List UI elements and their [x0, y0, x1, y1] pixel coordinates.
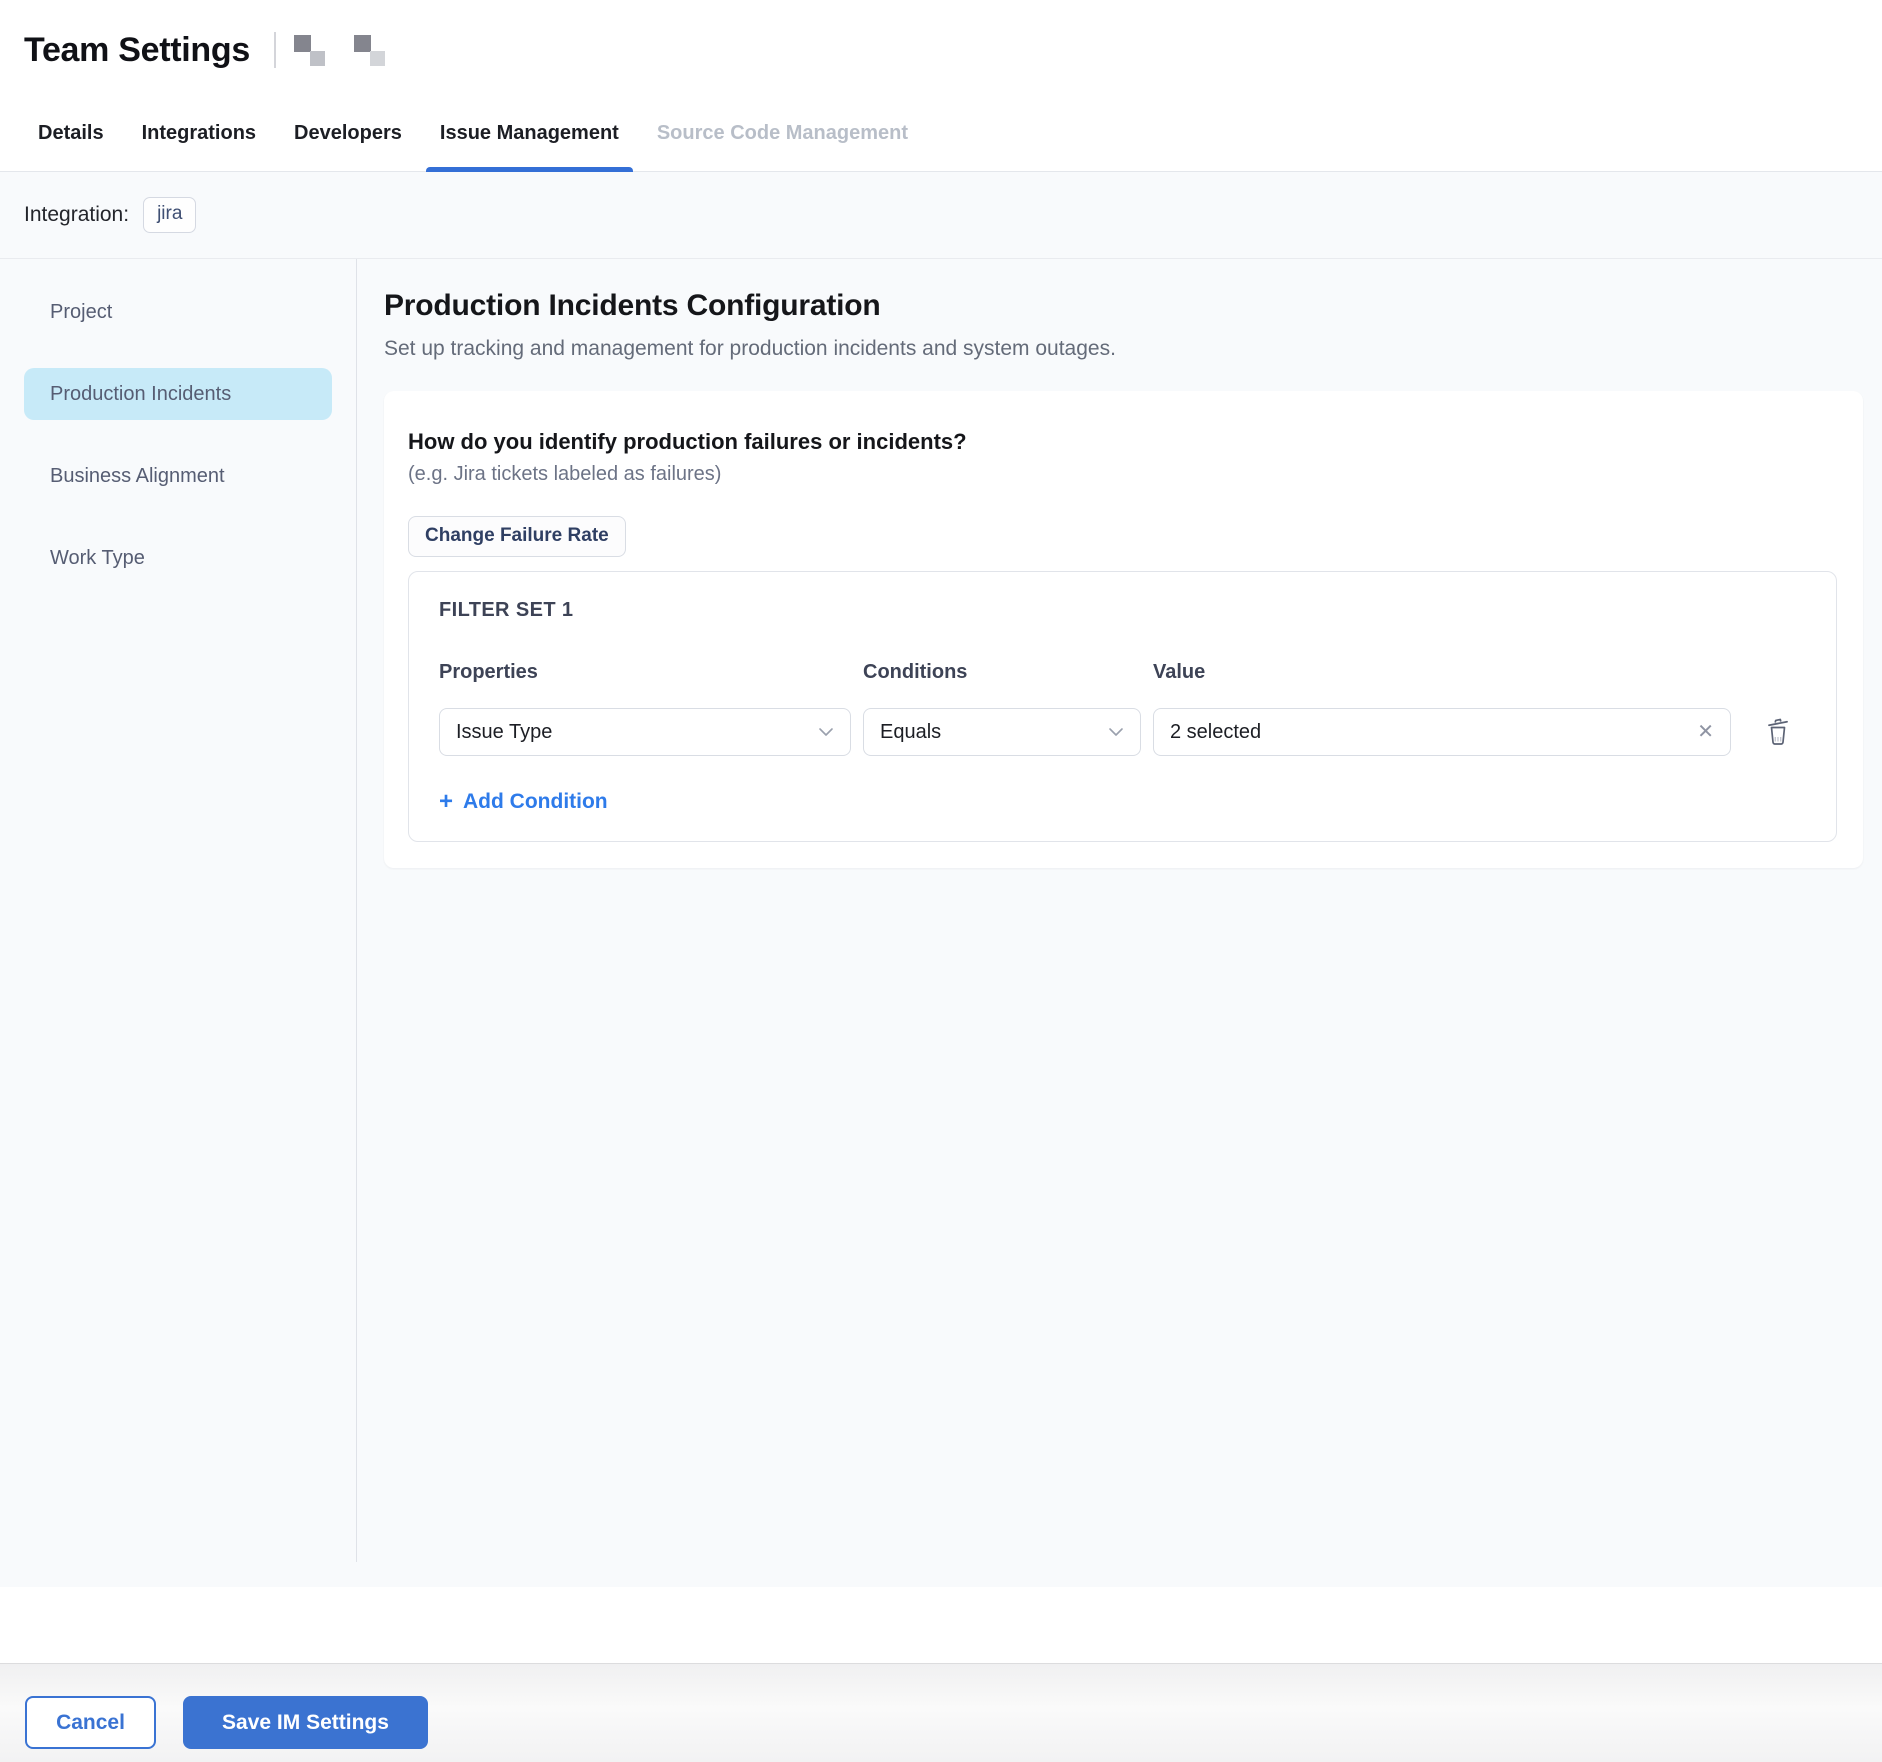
title-divider [274, 32, 276, 68]
question-heading: How do you identify production failures … [408, 429, 1837, 455]
section-title: Production Incidents Configuration [384, 289, 1863, 323]
integration-bar: Integration: jira [0, 172, 1882, 259]
placeholder-square-dark [354, 35, 371, 52]
placeholder-square-light [310, 51, 325, 66]
integration-label: Integration: [24, 203, 129, 227]
bottom-spacer [0, 1587, 1882, 1664]
filter-set-card: FILTER SET 1 Properties Conditions Value… [408, 571, 1837, 842]
sidebar-item-business-alignment[interactable]: Business Alignment [24, 450, 332, 502]
section-subtitle: Set up tracking and management for produ… [384, 337, 1863, 361]
property-select-value: Issue Type [456, 721, 552, 744]
delete-filter-button[interactable] [1765, 718, 1791, 746]
page-title: Team Settings [24, 31, 250, 70]
column-header-value: Value [1153, 660, 1731, 684]
trash-cell [1743, 708, 1806, 756]
tab-developers[interactable]: Developers [280, 122, 416, 171]
chevron-down-icon [1108, 727, 1124, 737]
save-im-settings-button[interactable]: Save IM Settings [183, 1696, 428, 1749]
trash-icon [1765, 718, 1791, 746]
placeholder-square-light [370, 51, 385, 66]
image-placeholder-icon [354, 35, 385, 66]
sidebar-item-project[interactable]: Project [24, 286, 332, 338]
footer-action-bar: Cancel Save IM Settings [0, 1664, 1882, 1762]
clear-icon[interactable]: ✕ [1697, 722, 1714, 742]
tab-issue-management[interactable]: Issue Management [426, 122, 633, 171]
title-row: Team Settings [0, 0, 1882, 78]
plus-icon: + [439, 792, 453, 812]
chevron-down-icon [818, 727, 834, 737]
value-field-text: 2 selected [1170, 721, 1261, 744]
tab-source-code-management[interactable]: Source Code Management [643, 122, 922, 171]
config-card: How do you identify production failures … [384, 391, 1863, 868]
workspace: Project Production Incidents Business Al… [0, 259, 1882, 1587]
filter-grid: Properties Conditions Value Issue Type E… [439, 622, 1806, 756]
tab-integrations[interactable]: Integrations [128, 122, 270, 171]
condition-select[interactable]: Equals [863, 708, 1141, 756]
image-placeholder-icon [294, 35, 325, 66]
tab-details[interactable]: Details [24, 122, 118, 171]
tab-bar: Details Integrations Developers Issue Ma… [0, 78, 1882, 171]
property-select[interactable]: Issue Type [439, 708, 851, 756]
question-hint: (e.g. Jira tickets labeled as failures) [408, 463, 1837, 486]
add-condition-button[interactable]: + Add Condition [439, 790, 608, 814]
column-header-spacer [1743, 660, 1806, 684]
sidebar-item-production-incidents[interactable]: Production Incidents [24, 368, 332, 420]
sidebar-item-work-type[interactable]: Work Type [24, 532, 332, 584]
integration-chip: jira [143, 197, 196, 233]
value-field[interactable]: 2 selected ✕ [1153, 708, 1731, 756]
content-panel: Production Incidents Configuration Set u… [357, 259, 1882, 1587]
column-header-conditions: Conditions [863, 660, 1141, 684]
column-header-properties: Properties [439, 660, 851, 684]
sidebar: Project Production Incidents Business Al… [0, 259, 357, 1562]
placeholder-square-dark [294, 35, 311, 52]
add-condition-label: Add Condition [463, 790, 608, 814]
cancel-button[interactable]: Cancel [25, 1696, 156, 1749]
filter-set-title: FILTER SET 1 [439, 598, 1806, 622]
condition-select-value: Equals [880, 721, 941, 744]
change-failure-rate-chip[interactable]: Change Failure Rate [408, 516, 626, 557]
header: Team Settings Details Integrations Devel… [0, 0, 1882, 172]
